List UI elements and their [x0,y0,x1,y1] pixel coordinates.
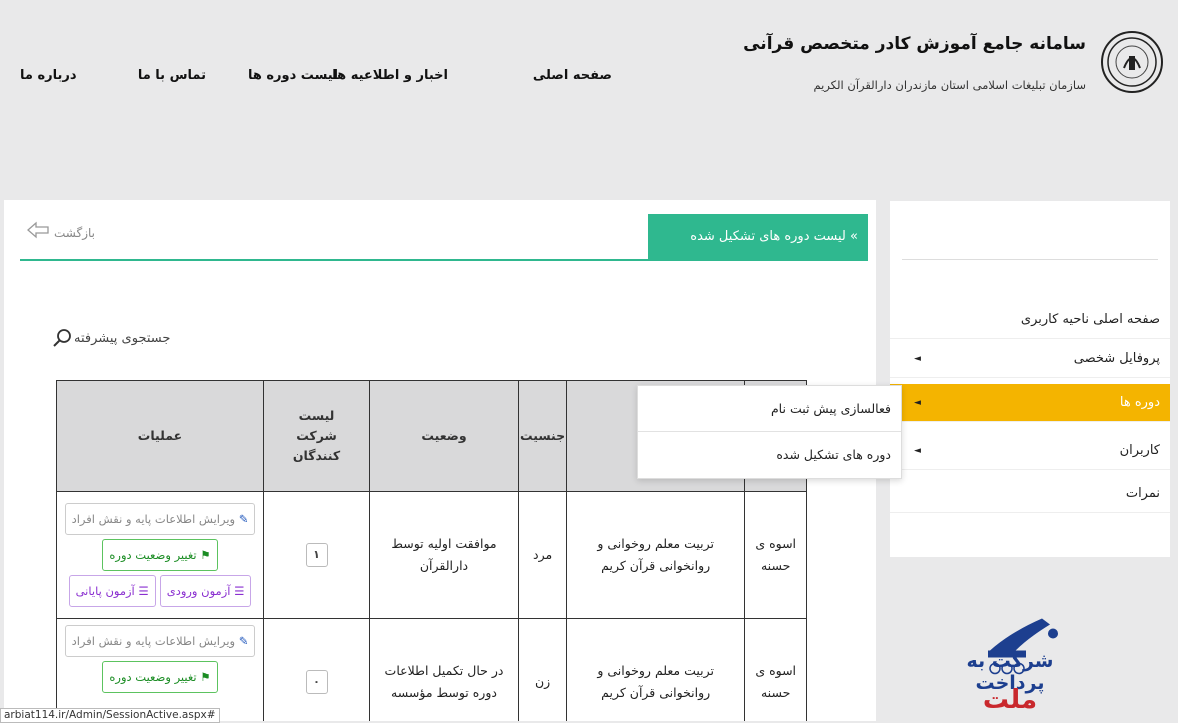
title-underline [20,259,868,261]
nav-courses[interactable]: لیست دوره ها [248,68,338,88]
edit-course-button[interactable]: ✎ ویرایش اطلاعات پایه و نقش افراد [64,503,256,535]
sidebar-divider [902,259,1158,260]
caret-left-icon: ◄ [914,398,921,408]
gender-cell: مرد [517,491,568,619]
page-title: لیست دوره های تشکیل شده [690,229,846,244]
sidebar-item-label: دوره ها [1119,395,1160,410]
final-exam-button[interactable]: ☰ آزمون پایانی [68,575,156,607]
flag-icon: ⚑ [200,670,211,684]
nav-news[interactable]: اخبار و اطلاعیه ها [332,68,448,88]
title-cell: اسوه ی حسنه [744,618,808,721]
entry-exam-button[interactable]: ☰ آزمون ورودی [159,575,252,607]
nav-home[interactable]: صفحه اصلی [533,68,612,88]
nav-contact[interactable]: تماس با ما [138,68,206,88]
pencil-icon: ✎ [238,512,249,526]
status-cell: در حال تکمیل اطلاعات دوره توسط مؤسسه [369,618,519,721]
sidebar-item-label: صفحه اصلی ناحیه کاربری [1020,312,1160,327]
edit-course-button[interactable]: ✎ ویرایش اطلاعات پایه و نقش افراد [64,625,256,657]
site-header: سامانه جامع آموزش کادر متخصص قرآنی سازما… [0,0,1178,190]
participants-cell: ۱ [263,491,370,619]
caret-left-icon: ◄ [914,354,921,364]
operations-cell: ✎ ویرایش اطلاعات پایه و نقش افراد ⚑ تغیی… [56,491,264,619]
flag-icon: ⚑ [200,548,211,562]
header-status: وضعیت [369,380,519,492]
sidebar-item-dashboard[interactable]: صفحه اصلی ناحیه کاربری [890,301,1170,339]
header-participants: لیست شرکت کنندگان [263,380,370,492]
sidebar-item-profile[interactable]: پروفایل شخصی ◄ [890,340,1170,378]
site-subtitle: سازمان تبلیغات اسلامی استان مازندران دار… [813,78,1086,92]
table-row: ✎ ویرایش اطلاعات پایه و نقش افراد ⚑ تغیی… [56,491,808,619]
advanced-search-link[interactable]: جستجوی پیشرفته [74,331,170,346]
page-title-bar: » لیست دوره های تشکیل شده [648,214,868,260]
change-status-button[interactable]: ⚑ تغییر وضعیت دوره [102,661,218,693]
sidebar-item-label: نمرات [1125,486,1160,501]
title-cell: اسوه ی حسنه [744,491,808,619]
list-icon: ☰ [234,584,245,598]
sidebar: صفحه اصلی ناحیه کاربری پروفایل شخصی ◄ دو… [890,201,1170,557]
sidebar-item-grades[interactable]: نمرات [890,475,1170,513]
caret-left-icon: ◄ [914,446,921,456]
list-icon: ☰ [138,584,149,598]
course-cell: تربیت معلم روخوانی و روانخوانی قرآن کریم [566,491,746,619]
header-gender: جنسیت [517,380,568,492]
course-cell: تربیت معلم روخوانی و روانخوانی قرآن کریم [566,618,746,721]
back-arrow-icon[interactable] [26,221,50,239]
table-row: ✎ ویرایش اطلاعات پایه و نقش افراد ⚑ تغیی… [56,618,808,721]
change-status-button[interactable]: ⚑ تغییر وضعیت دوره [102,539,218,571]
courses-submenu: فعالسازی پیش ثبت نام دوره های تشکیل شده [637,385,902,479]
submenu-item-preregistration[interactable]: فعالسازی پیش ثبت نام [638,386,901,432]
site-logo-icon [1101,31,1163,93]
nav-about[interactable]: درباره ما [20,68,77,88]
sidebar-item-label: پروفایل شخصی [1073,351,1160,366]
sidebar-item-users[interactable]: کاربران ◄ [890,432,1170,470]
status-cell: موافقت اولیه توسط دارالقرآن [369,491,519,619]
back-label[interactable]: بازگشت [54,226,95,240]
operations-cell: ✎ ویرایش اطلاعات پایه و نقش افراد ⚑ تغیی… [56,618,264,721]
site-title: سامانه جامع آموزش کادر متخصص قرآنی [743,34,1086,54]
payment-brand: ملت [982,685,1038,715]
header-operations: عملیات [56,380,264,492]
chevron-double-right-icon: » [850,229,858,244]
pencil-icon: ✎ [238,634,249,648]
participants-count-button[interactable]: ۱ [305,543,328,567]
search-icon[interactable] [52,328,72,348]
participants-cell: ۰ [263,618,370,721]
sidebar-item-label: کاربران [1119,443,1160,458]
sidebar-item-courses[interactable]: دوره ها ◄ [890,384,1170,422]
submenu-item-formed-courses[interactable]: دوره های تشکیل شده [638,432,901,478]
gender-cell: زن [517,618,568,721]
participants-count-button[interactable]: ۰ [305,670,328,694]
